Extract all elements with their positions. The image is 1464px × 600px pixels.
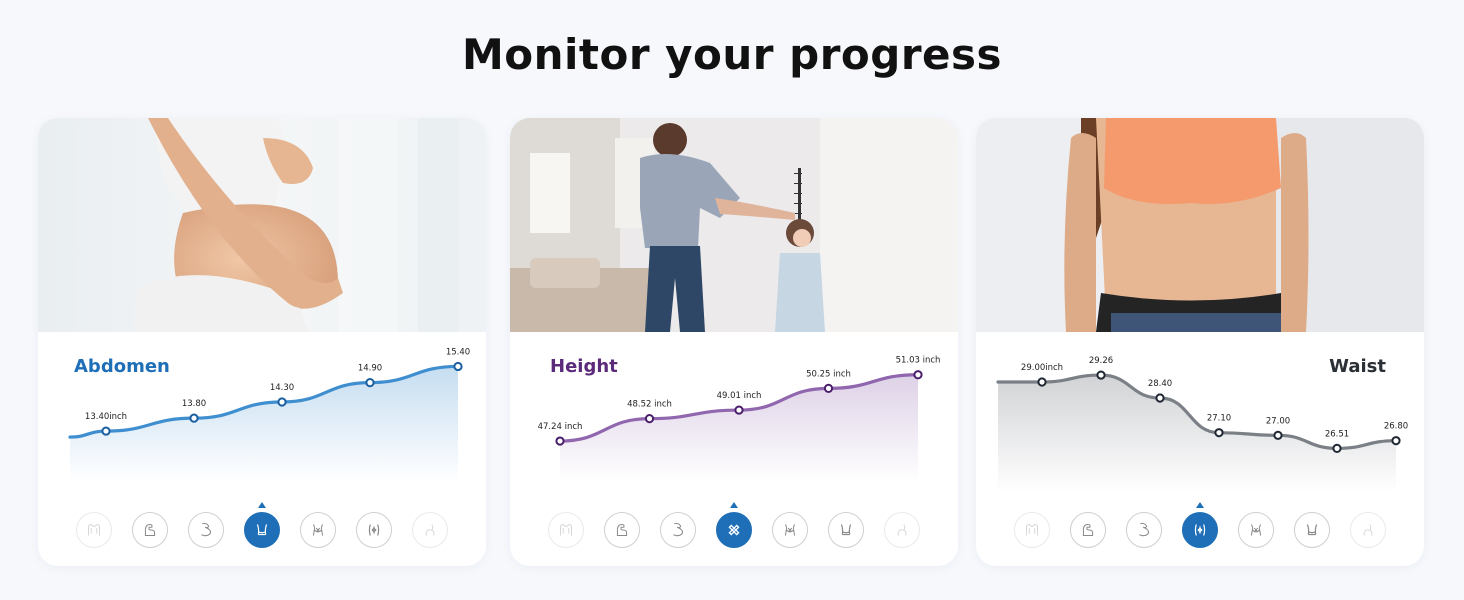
measurement-button-bust[interactable]	[1238, 512, 1274, 548]
measurement-button-bust[interactable]	[300, 512, 336, 548]
measurement-icon-bar	[510, 502, 958, 566]
data-point	[1214, 428, 1224, 438]
waist-icon	[1194, 524, 1206, 536]
flexed-arm-icon	[201, 522, 212, 537]
data-point	[1332, 443, 1342, 454]
data-label: 29.00inch	[1021, 363, 1063, 373]
data-point	[1391, 436, 1401, 446]
measurement-button-bicep[interactable]	[604, 512, 640, 548]
data-point	[101, 426, 111, 436]
bust-icon	[312, 524, 324, 536]
data-label: 14.90	[358, 364, 382, 374]
data-label: 29.26	[1089, 356, 1113, 366]
data-point	[189, 413, 199, 423]
thigh-icon	[1363, 524, 1373, 536]
measurement-button-flexed-arm[interactable]	[660, 512, 696, 548]
woman-sports-bra-waist-photo	[976, 118, 1424, 332]
measurement-button-waist[interactable]	[356, 512, 392, 548]
data-point	[644, 414, 655, 424]
measurement-button-height-ruler[interactable]	[716, 512, 752, 548]
abdomen-icon	[840, 524, 852, 536]
measurement-button-abdomen[interactable]	[828, 512, 864, 548]
measurement-icon-bar	[38, 502, 486, 566]
area-fill	[70, 366, 458, 482]
bicep-icon	[1082, 523, 1094, 537]
thigh-icon	[897, 524, 907, 536]
measurement-button-abdomen[interactable]	[244, 512, 280, 548]
data-label: 26.80	[1384, 422, 1408, 432]
thigh-icon	[425, 524, 435, 536]
data-label: 28.40	[1148, 379, 1172, 389]
measurement-button-flexed-arm[interactable]	[188, 512, 224, 548]
data-label: 49.01 inch	[717, 391, 762, 401]
measurement-button-thigh[interactable]	[884, 512, 920, 548]
chest-icon	[87, 523, 101, 536]
data-label: 51.03 inch	[896, 356, 941, 366]
metric-title-abdomen: Abdomen	[74, 356, 170, 377]
data-label: 50.25 inch	[806, 369, 851, 379]
data-point	[1273, 430, 1283, 440]
data-label: 26.51	[1325, 429, 1349, 439]
metric-title-waist: Waist	[1329, 356, 1386, 377]
data-point	[913, 370, 923, 380]
data-point	[1096, 370, 1106, 380]
bust-icon	[784, 524, 796, 536]
data-label: 13.40inch	[85, 412, 127, 422]
measurement-button-chest[interactable]	[1014, 512, 1050, 548]
data-point	[1037, 377, 1047, 387]
data-point	[555, 436, 565, 446]
measurement-button-bicep[interactable]	[1070, 512, 1106, 548]
measurement-button-abdomen[interactable]	[1294, 512, 1330, 548]
bicep-icon	[616, 523, 628, 537]
active-indicator-caret	[1196, 502, 1204, 508]
data-point	[277, 397, 287, 407]
measurement-button-thigh[interactable]	[1350, 512, 1386, 548]
data-point	[734, 405, 744, 415]
data-label: 47.24 inch	[538, 422, 583, 432]
data-label: 15.40	[446, 347, 470, 357]
measurement-icon-bar	[976, 502, 1424, 566]
chest-icon	[559, 523, 573, 536]
data-label: 14.30	[270, 383, 294, 393]
height-card: 47.24 inch 48.52 inch 49.01 inch 50.25 inch…	[510, 118, 958, 566]
data-point	[823, 383, 834, 393]
metric-title-height: Height	[550, 356, 618, 377]
data-label: 27.10	[1207, 414, 1231, 424]
bust-icon	[1250, 524, 1262, 536]
mother-measuring-child-height-photo	[510, 118, 958, 332]
abdomen-card: 13.40inch 13.80 14.30 14.90 15.40 Abdomen	[38, 118, 486, 566]
height-ruler-icon	[728, 524, 740, 536]
pregnant-belly-photo	[38, 118, 486, 332]
data-label: 13.80	[182, 399, 206, 409]
data-point	[1155, 393, 1165, 403]
abdomen-icon	[1306, 524, 1318, 536]
flexed-arm-icon	[673, 522, 684, 537]
active-indicator-caret	[258, 502, 266, 508]
active-indicator-caret	[730, 502, 738, 508]
chest-icon	[1025, 523, 1039, 536]
abdomen-icon	[256, 524, 268, 536]
measurement-button-waist[interactable]	[1182, 512, 1218, 548]
measurement-button-thigh[interactable]	[412, 512, 448, 548]
bicep-icon	[144, 523, 156, 537]
measurement-button-chest[interactable]	[76, 512, 112, 548]
measurement-button-bicep[interactable]	[132, 512, 168, 548]
measurement-button-bust[interactable]	[772, 512, 808, 548]
data-point	[453, 361, 463, 372]
data-point	[365, 378, 375, 388]
data-label: 48.52 inch	[627, 400, 672, 410]
data-label: 27.00	[1266, 416, 1290, 426]
measurement-button-chest[interactable]	[548, 512, 584, 548]
measurement-button-flexed-arm[interactable]	[1126, 512, 1162, 548]
page-title: Monitor your progress	[461, 30, 1003, 79]
waist-icon	[368, 524, 380, 536]
flexed-arm-icon	[1139, 522, 1150, 537]
waist-card: 29.00inch 29.26 28.40 27.10 27.00 26.51 26.80 …	[976, 118, 1424, 566]
